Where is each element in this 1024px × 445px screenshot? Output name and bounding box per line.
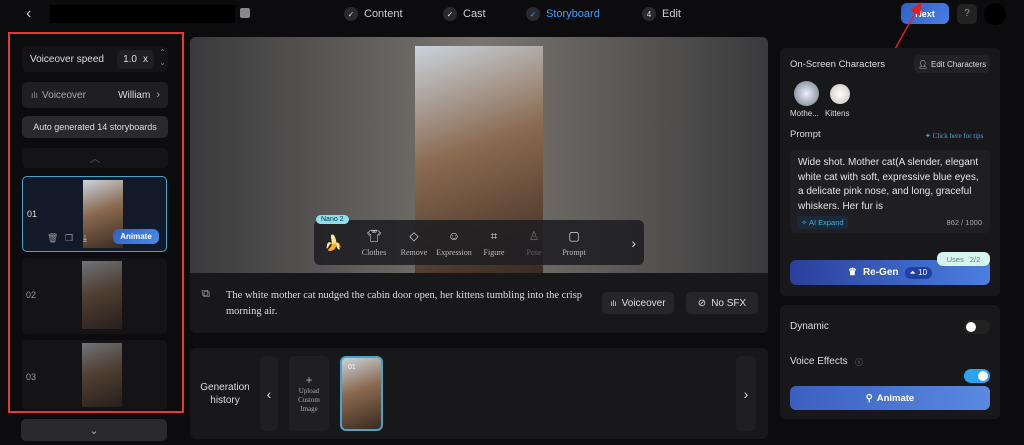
face-icon: ☺ — [447, 228, 461, 243]
chevron-right-icon[interactable]: › — [631, 235, 636, 251]
waveform-icon: ılı — [31, 90, 39, 100]
voice-effects-toggle[interactable] — [964, 369, 990, 383]
character-avatar-mother[interactable] — [794, 81, 819, 106]
edit-characters-button[interactable]: 👤︎ Edit Characters — [914, 55, 990, 73]
characters-prompt-panel: On-Screen Characters 👤︎ Edit Characters M… — [780, 48, 1000, 296]
voiceover-select[interactable]: ılı Voiceover William › — [22, 82, 168, 108]
download-icon[interactable]: ⤓ — [83, 233, 87, 244]
delete-icon[interactable]: 🗑 — [47, 233, 58, 244]
speed-input[interactable]: 1.0 x — [117, 49, 154, 69]
tool-prompt[interactable]: ▢ Prompt — [554, 229, 594, 257]
chevron-right-icon: › — [156, 89, 160, 101]
banana-icon[interactable]: 🍌 — [324, 234, 354, 252]
sfx-button[interactable]: ⊘ No SFX — [686, 292, 758, 314]
history-item[interactable]: 01 — [340, 356, 383, 431]
plus-icon: + — [305, 373, 313, 387]
tool-expression[interactable]: ☺ Expression — [434, 229, 474, 257]
tool-pose[interactable]: ♙ Pose — [514, 229, 554, 257]
avatar[interactable] — [984, 3, 1006, 25]
caption-text[interactable]: The white mother cat nudged the cabin do… — [226, 288, 586, 320]
waveform-icon: ılı — [610, 298, 617, 308]
generation-history: Generation history ‹ + Upload Custom Imag… — [190, 348, 768, 439]
figure-icon: ⌗ — [490, 228, 498, 243]
uses-badge: Uses 2/2 — [937, 252, 990, 266]
step-edit[interactable]: 4 Edit — [642, 7, 681, 21]
edit-title-icon[interactable] — [240, 8, 250, 18]
storyboard-panel: Voiceover speed 1.0 x ⌃ ⌄ ılı Voiceover Wi… — [8, 32, 184, 413]
tips-link[interactable]: ✦ Click here for tips — [925, 132, 983, 140]
storyboard-thumbnail — [82, 343, 122, 407]
storyboard-item[interactable]: 01 🗑 ❐ ⤓ Animate — [22, 176, 167, 252]
voiceover-speed-row: Voiceover speed 1.0 x ⌃ ⌄ — [22, 46, 168, 72]
storyboard-item[interactable]: 03 — [22, 340, 167, 410]
preview-card: Nano 2 🍌 👕︎ Clothes ◇ Remove ☺ Expression ⌗… — [190, 37, 768, 333]
prompt-textarea[interactable]: Wide shot. Mother cat(A slender, elegant… — [790, 150, 990, 233]
scroll-up-button[interactable]: ︿ — [22, 148, 168, 168]
project-title-redacted[interactable] — [50, 5, 235, 23]
shirt-icon: 👕︎ — [366, 228, 382, 243]
storyboard-item[interactable]: 02 — [22, 258, 167, 334]
duplicate-icon[interactable]: ❐ — [65, 233, 73, 244]
speed-stepper[interactable]: ⌃ ⌄ — [159, 48, 166, 68]
tool-clothes[interactable]: 👕︎ Clothes — [354, 229, 394, 257]
prompt-icon: ▢ — [568, 228, 580, 243]
step-content[interactable]: ✓ Content — [344, 7, 403, 21]
tool-remove[interactable]: ◇ Remove — [394, 229, 434, 257]
voiceover-button[interactable]: ılı Voiceover — [602, 292, 674, 314]
caption-icon: ⧉ — [202, 288, 210, 300]
history-prev-button[interactable]: ‹ — [260, 356, 278, 431]
scroll-down-button[interactable]: ⌄ — [21, 419, 167, 441]
animate-button[interactable]: ⚲ Animate — [790, 386, 990, 410]
animate-button[interactable]: Animate — [113, 229, 159, 244]
ai-expand-button[interactable]: ✧ AI Expand — [797, 216, 848, 229]
history-next-button[interactable]: › — [736, 356, 756, 431]
eraser-icon: ◇ — [409, 228, 419, 243]
back-icon[interactable]: ‹ — [26, 5, 31, 23]
upload-custom-image-button[interactable]: + Upload Custom Image — [289, 356, 329, 431]
storyboard-thumbnail — [82, 261, 122, 329]
no-sound-icon: ⊘ — [697, 297, 707, 309]
character-avatar-kittens[interactable] — [830, 84, 850, 104]
auto-generated-label: Auto generated 14 storyboards — [22, 116, 168, 138]
user-icon: 👤︎ — [917, 59, 928, 69]
crown-icon: ♛ — [847, 267, 857, 278]
step-cast[interactable]: ✓ Cast — [443, 7, 486, 21]
pose-icon: ♙ — [528, 228, 540, 243]
tool-figure[interactable]: ⌗ Figure — [474, 229, 514, 257]
info-icon[interactable]: ⓘ — [855, 357, 863, 368]
help-icon[interactable]: ? — [957, 4, 977, 24]
edit-toolbar: Nano 2 🍌 👕︎ Clothes ◇ Remove ☺ Expression ⌗… — [314, 215, 644, 265]
dynamic-toggle[interactable] — [964, 320, 990, 334]
animate-icon: ⚲ — [865, 392, 873, 404]
step-storyboard[interactable]: ✓ Storyboard — [526, 7, 600, 21]
animation-settings-panel: Dynamic Voice Effects ⓘ ⚲ Animate — [780, 305, 1000, 419]
model-badge: Nano 2 — [316, 215, 349, 224]
